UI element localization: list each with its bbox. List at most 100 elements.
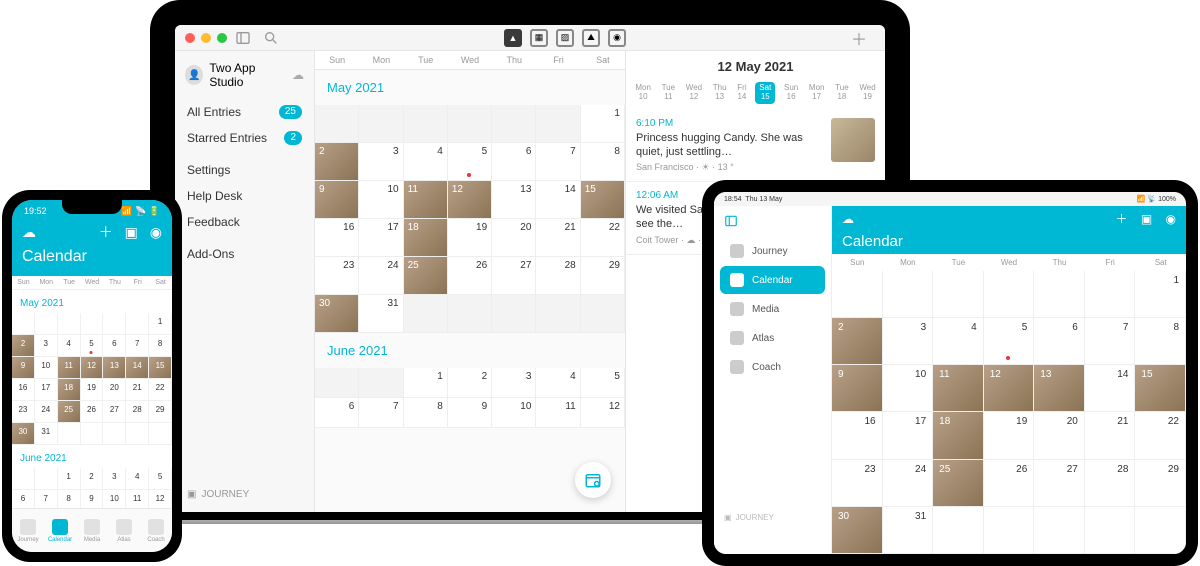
calendar-cell[interactable]: 24 (359, 257, 403, 295)
calendar-cell[interactable]: 14 (1085, 365, 1136, 412)
calendar-cell[interactable]: 30 (832, 507, 883, 554)
calendar-cell[interactable]: 3 (35, 335, 58, 357)
cloud-icon[interactable]: ☁ (22, 224, 36, 241)
view-atlas-icon[interactable]: ⛰ (582, 29, 600, 47)
calendar-cell[interactable]: 12 (984, 365, 1035, 412)
sidebar-item-atlas[interactable]: Atlas (720, 324, 825, 352)
calendar-cell[interactable]: 23 (12, 401, 35, 423)
calendar-cell[interactable]: 8 (149, 335, 172, 357)
calendar-cell[interactable]: 21 (536, 219, 580, 257)
calendar-cell[interactable]: 29 (581, 257, 625, 295)
calendar-cell[interactable]: 13 (492, 181, 536, 219)
sidebar-item-addons[interactable]: Add-Ons (175, 241, 314, 267)
calendar-cell[interactable]: 20 (1034, 412, 1085, 459)
window-close-button[interactable] (185, 33, 195, 43)
day-strip-item[interactable]: Mon17 (807, 82, 827, 104)
calendar-cell[interactable]: 30 (12, 423, 35, 445)
calendar-cell[interactable]: 13 (1034, 365, 1085, 412)
cloud-icon[interactable]: ☁ (842, 212, 854, 226)
settings-icon[interactable]: ◉ (1166, 212, 1176, 226)
day-strip[interactable]: Mon10Tue11Wed12Thu13Fri14Sat15Sun16Mon17… (626, 82, 885, 110)
calendar-cell[interactable]: 4 (126, 468, 149, 490)
calendar-cell[interactable]: 12 (81, 357, 104, 379)
calendar-cell[interactable]: 26 (984, 460, 1035, 507)
calendar-cell[interactable]: 5 (149, 468, 172, 490)
calendar-cell[interactable]: 3 (103, 468, 126, 490)
day-strip-item[interactable]: Sun16 (782, 82, 800, 104)
tab-atlas[interactable]: Atlas (108, 509, 140, 552)
calendar-cell[interactable]: 5 (448, 143, 492, 181)
sidebar-item-feedback[interactable]: Feedback (175, 209, 314, 235)
calendar-cell[interactable]: 7 (536, 143, 580, 181)
calendar-cell[interactable]: 6 (315, 398, 359, 428)
calendar-grid-may[interactable]: 1234567891011121314151617181920212223242… (315, 105, 625, 333)
calendar-cell[interactable]: 10 (35, 357, 58, 379)
sidebar-item-settings[interactable]: Settings (175, 157, 314, 183)
calendar-cell[interactable]: 11 (536, 398, 580, 428)
sidebar-item-starred[interactable]: Starred Entries 2 (175, 125, 314, 151)
calendar-cell[interactable]: 1 (149, 313, 172, 335)
sidebar-item-journey[interactable]: Journey (720, 237, 825, 265)
day-strip-item[interactable]: Tue11 (660, 82, 678, 104)
calendar-cell[interactable]: 30 (315, 295, 359, 333)
calendar-cell[interactable]: 20 (492, 219, 536, 257)
calendar-cell[interactable]: 6 (12, 490, 35, 508)
calendar-cell[interactable]: 17 (359, 219, 403, 257)
calendar-cell[interactable]: 1 (404, 368, 448, 398)
calendar-cell[interactable]: 8 (1135, 318, 1186, 365)
calendar-grid-june[interactable]: 123456789101112 (12, 468, 172, 508)
calendar-cell[interactable]: 13 (103, 357, 126, 379)
calendar-cell[interactable]: 3 (883, 318, 934, 365)
view-journal-icon[interactable]: ▲ (504, 29, 522, 47)
calendar-cell[interactable]: 7 (359, 398, 403, 428)
calendar-cell[interactable]: 25 (404, 257, 448, 295)
calendar-cell[interactable]: 17 (883, 412, 934, 459)
calendar-cell[interactable]: 7 (35, 490, 58, 508)
calendar-cell[interactable]: 3 (359, 143, 403, 181)
calendar-cell[interactable]: 23 (315, 257, 359, 295)
calendar-cell[interactable]: 5 (81, 335, 104, 357)
calendar-cell[interactable]: 12 (581, 398, 625, 428)
calendar-cell[interactable]: 15 (1135, 365, 1186, 412)
calendar-cell[interactable]: 19 (984, 412, 1035, 459)
calendar-cell[interactable]: 26 (81, 401, 104, 423)
sidebar-item-help[interactable]: Help Desk (175, 183, 314, 209)
calendar-cell[interactable]: 2 (12, 335, 35, 357)
new-entry-icon[interactable]: ＋ (851, 30, 867, 46)
calendar-cell[interactable]: 19 (81, 379, 104, 401)
calendar-grid-may[interactable]: 1234567891011121314151617181920212223242… (12, 313, 172, 445)
today-icon[interactable]: ▣ (1141, 212, 1152, 226)
calendar-cell[interactable]: 25 (58, 401, 81, 423)
calendar-cell[interactable]: 4 (933, 318, 984, 365)
sidebar-item-calendar[interactable]: Calendar (720, 266, 825, 294)
sidebar-item-all-entries[interactable]: All Entries 25 (175, 99, 314, 125)
calendar-cell[interactable]: 27 (1034, 460, 1085, 507)
today-icon[interactable]: ▣ (125, 224, 138, 240)
calendar-cell[interactable]: 6 (1034, 318, 1085, 365)
add-icon[interactable]: ＋ (1115, 212, 1127, 226)
calendar-cell[interactable]: 16 (12, 379, 35, 401)
calendar-cell[interactable]: 20 (103, 379, 126, 401)
calendar-cell[interactable]: 21 (1085, 412, 1136, 459)
calendar-cell[interactable]: 16 (832, 412, 883, 459)
calendar-cell[interactable]: 18 (404, 219, 448, 257)
calendar-cell[interactable]: 23 (832, 460, 883, 507)
calendar-cell[interactable]: 16 (315, 219, 359, 257)
calendar-cell[interactable]: 4 (536, 368, 580, 398)
calendar-cell[interactable]: 6 (492, 143, 536, 181)
sidebar-toggle-icon[interactable] (235, 30, 251, 46)
tab-media[interactable]: Media (76, 509, 108, 552)
profile-row[interactable]: 👤 Two App Studio ☁ (175, 51, 314, 99)
calendar-cell[interactable]: 28 (536, 257, 580, 295)
calendar-cell[interactable]: 12 (149, 490, 172, 508)
calendar-cell[interactable]: 24 (883, 460, 934, 507)
calendar-cell[interactable]: 10 (492, 398, 536, 428)
calendar-cell[interactable]: 3 (492, 368, 536, 398)
calendar-cell[interactable]: 9 (832, 365, 883, 412)
calendar-cell[interactable]: 28 (126, 401, 149, 423)
calendar-cell[interactable]: 26 (448, 257, 492, 295)
view-calendar-icon[interactable]: ▦ (530, 29, 548, 47)
calendar-cell[interactable]: 18 (58, 379, 81, 401)
calendar-cell[interactable]: 11 (126, 490, 149, 508)
calendar-cell[interactable]: 31 (35, 423, 58, 445)
